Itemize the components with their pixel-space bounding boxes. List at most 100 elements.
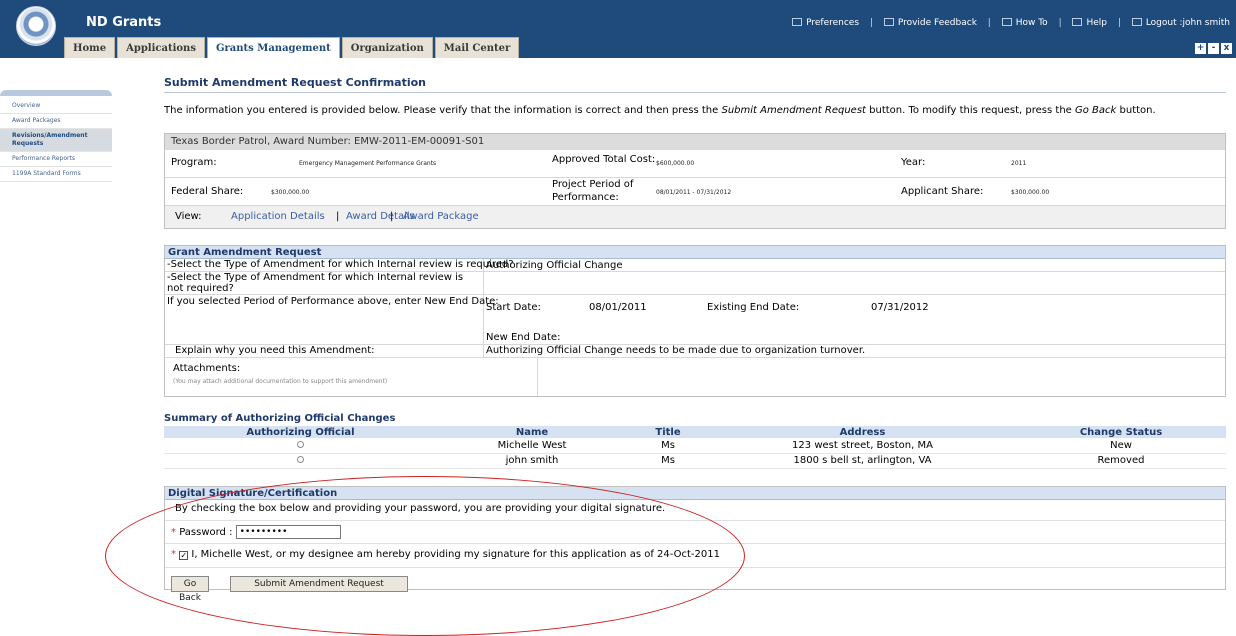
q-internal-review-required: -Select the Type of Amendment for which … xyxy=(167,259,514,270)
password-label: Password : xyxy=(179,527,233,538)
federal-share-label: Federal Share: xyxy=(171,186,244,197)
sidebar-item-award-packages[interactable]: Award Packages xyxy=(0,114,112,129)
main-tabs: Home Applications Grants Management Organiz… xyxy=(64,37,521,58)
approved-cost-value: $600,000.00 xyxy=(656,160,695,167)
amendment-row-5: Attachments: (You may attach additional … xyxy=(165,358,1225,396)
authorizing-official-radio[interactable] xyxy=(297,440,304,448)
sidebar-item-performance-reports[interactable]: Performance Reports xyxy=(0,152,112,167)
tab-grants-management[interactable]: Grants Management xyxy=(206,37,340,58)
sidebar-item-standard-forms[interactable]: 1199A Standard Forms xyxy=(0,167,112,182)
start-date-label: Start Date: xyxy=(486,302,541,313)
close-icon[interactable]: x xyxy=(1221,43,1232,54)
certification-row: * ✓ I, Michelle West, or my designee am … xyxy=(165,543,1225,560)
grant-amendment-panel: Grant Amendment Request -Select the Type… xyxy=(164,245,1226,397)
start-date-value: 08/01/2011 xyxy=(589,302,647,313)
authorizing-official-radio[interactable] xyxy=(297,456,304,463)
dhs-seal-logo xyxy=(16,6,56,46)
amendment-row-3: If you selected Period of Performance ab… xyxy=(165,295,1225,345)
attachments-label: Attachments: xyxy=(173,363,241,374)
summary-title: Summary of Authorizing Official Changes xyxy=(164,413,396,424)
col-address: Address xyxy=(709,426,1016,438)
view-links-row: View: Application Details | Award Detail… xyxy=(165,206,1225,228)
q-explain-amendment: Explain why you need this Amendment: xyxy=(175,345,375,356)
official-title: Ms xyxy=(627,438,709,454)
award-header: Texas Border Patrol, Award Number: EMW-2… xyxy=(165,134,1225,150)
logout-icon xyxy=(1131,18,1142,26)
official-name: Michelle West xyxy=(437,438,627,454)
q-internal-review-not-required: -Select the Type of Amendment for which … xyxy=(167,272,464,294)
award-row-2: Federal Share: $300,000.00 Project Perio… xyxy=(165,178,1225,206)
table-header-row: Authorizing Official Name Title Address … xyxy=(164,426,1226,438)
year-label: Year: xyxy=(901,157,926,168)
required-marker: * xyxy=(171,549,176,560)
project-period-value: 08/01/2011 - 07/31/2012 xyxy=(656,189,732,196)
go-back-button[interactable]: Go Back xyxy=(171,576,209,603)
sidebar-header xyxy=(0,90,112,96)
provide-feedback-link[interactable]: Provide Feedback xyxy=(883,18,977,28)
logout-link[interactable]: Logout :john smith xyxy=(1131,18,1230,28)
authorizing-officials-table: Authorizing Official Name Title Address … xyxy=(164,426,1226,469)
federal-share-value: $300,000.00 xyxy=(271,189,310,196)
digital-signature-panel: Digital Signature/Certification By check… xyxy=(164,486,1226,603)
col-authorizing-official: Authorizing Official xyxy=(164,426,437,438)
amendment-row-1: -Select the Type of Amendment for which … xyxy=(165,259,1225,272)
signature-notice: By checking the box below and providing … xyxy=(175,503,666,514)
view-label: View: xyxy=(175,211,202,222)
attachments-hint: (You may attach additional documentation… xyxy=(173,378,388,385)
q-new-end-date: If you selected Period of Performance ab… xyxy=(167,296,499,307)
preferences-link[interactable]: Preferences xyxy=(792,18,859,28)
help-link[interactable]: Help xyxy=(1072,18,1107,28)
app-title: ND Grants xyxy=(86,15,162,30)
tab-home[interactable]: Home xyxy=(64,37,116,58)
official-address: 123 west street, Boston, MA xyxy=(709,438,1016,454)
window-controls: + - x xyxy=(1193,40,1232,54)
how-to-icon xyxy=(1001,18,1012,26)
program-label: Program: xyxy=(171,157,217,168)
year-value: 2011 xyxy=(1011,160,1027,167)
expand-icon[interactable]: + xyxy=(1195,43,1206,54)
certify-checkbox[interactable]: ✓ xyxy=(179,551,189,560)
feedback-icon xyxy=(883,18,894,26)
tab-applications[interactable]: Applications xyxy=(117,37,205,58)
a-internal-review-required: Authorizing Official Change xyxy=(486,260,623,271)
col-change-status: Change Status xyxy=(1016,426,1226,438)
a-explain-amendment: Authorizing Official Change needs to be … xyxy=(486,345,866,356)
official-address: 1800 s bell st, arlington, VA xyxy=(709,453,1016,469)
award-package-link[interactable]: Award Package xyxy=(403,211,479,222)
project-period-label-2: Performance: xyxy=(552,192,619,203)
award-row-1: Program: Emergency Management Performanc… xyxy=(165,150,1225,178)
table-row: john smith Ms 1800 s bell st, arlington,… xyxy=(164,453,1226,469)
amendment-header: Grant Amendment Request xyxy=(165,246,1225,259)
award-info-panel: Texas Border Patrol, Award Number: EMW-2… xyxy=(164,133,1226,229)
help-icon xyxy=(1072,18,1083,26)
project-period-label-1: Project Period of xyxy=(552,179,634,190)
password-input[interactable]: ••••••••• xyxy=(235,525,341,539)
table-row: Michelle West Ms 123 west street, Boston… xyxy=(164,438,1226,454)
required-marker: * xyxy=(171,527,176,538)
new-end-label: New End Date: xyxy=(486,332,561,343)
sidebar-item-overview[interactable]: Overview xyxy=(0,99,112,114)
existing-end-value: 07/31/2012 xyxy=(871,302,929,313)
page-title: Submit Amendment Request Confirmation xyxy=(164,76,1226,93)
program-value: Emergency Management Performance Grants xyxy=(299,160,437,167)
submit-amendment-request-button[interactable]: Submit Amendment Request xyxy=(230,576,408,592)
preferences-icon xyxy=(792,18,803,26)
sidebar-item-revisions-amendment-requests[interactable]: Revisions/Amendment Requests xyxy=(0,129,112,152)
how-to-link[interactable]: How To xyxy=(1001,18,1048,28)
minimize-icon[interactable]: - xyxy=(1208,43,1219,54)
top-header-bar: ND Grants Preferences | Provide Feedback… xyxy=(0,0,1236,58)
sidebar: Overview Award Packages Revisions/Amendm… xyxy=(0,90,112,182)
application-details-link[interactable]: Application Details xyxy=(231,211,325,222)
amendment-row-4: Explain why you need this Amendment: Aut… xyxy=(165,345,1225,358)
amendment-row-2: -Select the Type of Amendment for which … xyxy=(165,272,1225,295)
certification-text: I, Michelle West, or my designee am here… xyxy=(191,549,720,560)
applicant-share-value: $300,000.00 xyxy=(1011,189,1050,196)
official-status: New xyxy=(1016,438,1226,454)
tab-mail-center[interactable]: Mail Center xyxy=(434,37,520,58)
official-title: Ms xyxy=(627,453,709,469)
tab-organization[interactable]: Organization xyxy=(341,37,433,58)
col-title: Title xyxy=(627,426,709,438)
signature-header: Digital Signature/Certification xyxy=(165,487,1225,500)
intro-text: The information you entered is provided … xyxy=(164,105,1156,116)
password-row: * Password : ••••••••• xyxy=(165,520,1225,539)
